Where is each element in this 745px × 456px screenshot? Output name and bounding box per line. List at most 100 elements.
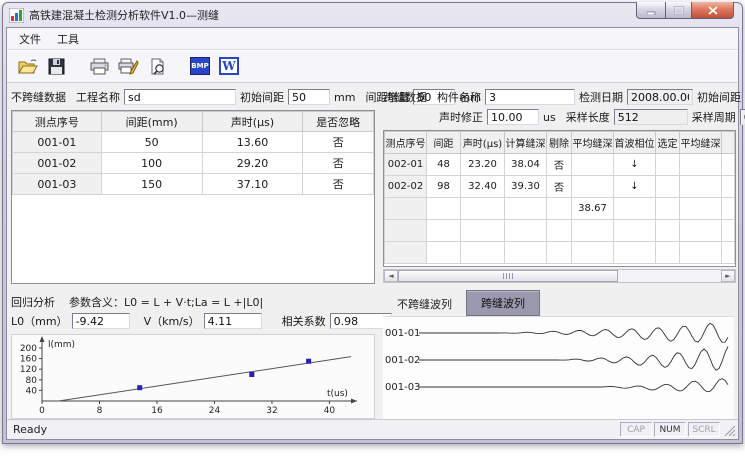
table-row[interactable]: 001-015013.60否 [13, 132, 374, 153]
table-cell[interactable] [461, 220, 505, 242]
table-cell[interactable]: 001-03 [13, 174, 102, 195]
table-cell[interactable]: 150 [101, 174, 202, 195]
waveform-area[interactable]: 001-01001-02001-03 [383, 316, 734, 419]
table-row[interactable] [385, 242, 735, 264]
table-cell[interactable]: 100 [101, 153, 202, 174]
table-cell[interactable]: 39.30 [505, 176, 547, 198]
table-cell[interactable] [680, 220, 722, 242]
table-cell[interactable] [461, 242, 505, 264]
scroll-left-arrow[interactable]: ◄ [384, 270, 398, 282]
table-cell[interactable] [547, 220, 572, 242]
table-cell[interactable] [572, 220, 614, 242]
table-cell[interactable] [680, 176, 722, 198]
table-cell[interactable] [614, 242, 656, 264]
scroll-thumb[interactable] [398, 270, 618, 282]
table-cell[interactable]: ↓ [614, 154, 656, 176]
table-cell[interactable] [680, 154, 722, 176]
tab-cross-waves[interactable]: 跨缝波列 [466, 290, 540, 316]
table-cell[interactable] [572, 242, 614, 264]
menu-tools[interactable]: 工具 [49, 29, 87, 49]
table-cell[interactable] [656, 198, 680, 220]
table-cell[interactable]: ↓ [614, 176, 656, 198]
table-cell[interactable]: 98 [427, 176, 461, 198]
inspect-date-input[interactable] [627, 89, 693, 105]
table-row[interactable]: 002-014823.2038.04否 ↓ [385, 154, 735, 176]
save-button[interactable] [44, 54, 68, 78]
scroll-right-arrow[interactable]: ► [721, 270, 735, 282]
print-setup-button[interactable] [116, 54, 140, 78]
maximize-button[interactable] [665, 2, 692, 19]
sample-period-input[interactable] [740, 109, 745, 125]
project-name-input[interactable] [124, 89, 236, 105]
table-cell[interactable]: 50 [101, 132, 202, 153]
export-word-button[interactable]: W [217, 54, 241, 78]
scroll-track[interactable] [398, 270, 721, 282]
app-window: 高铁建混凝土检测分析软件V1.0—测缝 文件 工具 [2, 2, 743, 444]
table-cell[interactable]: 否 [303, 132, 374, 153]
table-cell[interactable]: 否 [547, 176, 572, 198]
table-row[interactable]: 001-0315037.10否 [13, 174, 374, 195]
table-cell[interactable] [505, 242, 547, 264]
table-cell[interactable]: 23.20 [461, 154, 505, 176]
table-cell[interactable] [461, 198, 505, 220]
table-cell[interactable]: 13.60 [202, 132, 303, 153]
table-cell[interactable]: 001-02 [13, 153, 102, 174]
tab-no-cross-waves[interactable]: 不跨缝波列 [383, 292, 466, 316]
velocity-input[interactable] [204, 313, 262, 329]
table-cell[interactable] [656, 176, 680, 198]
table-row[interactable]: 38.67 [385, 198, 735, 220]
init-spacing-input[interactable] [288, 89, 330, 105]
table-cell[interactable] [614, 198, 656, 220]
table-row[interactable] [385, 220, 735, 242]
table-cell[interactable]: 否 [303, 174, 374, 195]
print-preview-button[interactable] [145, 54, 169, 78]
titlebar[interactable]: 高铁建混凝土检测分析软件V1.0—测缝 [3, 3, 742, 27]
table-cell[interactable] [427, 242, 461, 264]
table-cell[interactable] [680, 198, 722, 220]
table-cell[interactable] [427, 220, 461, 242]
svg-text:001-02: 001-02 [385, 355, 420, 366]
table-cell[interactable] [572, 176, 614, 198]
wave-panel: 不跨缝波列 跨缝波列 001-01001-02001-03 [383, 293, 734, 419]
table-cell[interactable] [547, 242, 572, 264]
table-cell[interactable] [385, 198, 427, 220]
table-row[interactable]: 001-0210029.20否 [13, 153, 374, 174]
table-cell[interactable] [656, 154, 680, 176]
l0-input[interactable] [72, 313, 130, 329]
table-cell[interactable] [547, 198, 572, 220]
table-cell[interactable] [614, 220, 656, 242]
open-file-button[interactable] [15, 54, 39, 78]
table-cell[interactable]: 37.10 [202, 174, 303, 195]
menu-file[interactable]: 文件 [11, 29, 49, 49]
minimize-button[interactable] [636, 2, 665, 19]
table-cell[interactable]: 否 [547, 154, 572, 176]
table-cell[interactable] [572, 154, 614, 176]
component-name-input[interactable] [485, 89, 575, 105]
time-correction-input[interactable] [487, 109, 539, 125]
table-cell[interactable] [427, 198, 461, 220]
table-cell[interactable]: 29.20 [202, 153, 303, 174]
table-cell[interactable]: 48 [427, 154, 461, 176]
table-cell[interactable] [385, 220, 427, 242]
table-cell[interactable]: 002-02 [385, 176, 427, 198]
table-cell[interactable] [656, 220, 680, 242]
table-cell[interactable] [505, 220, 547, 242]
table-cell[interactable] [680, 242, 722, 264]
sample-length-input[interactable] [614, 109, 688, 125]
table-cell[interactable]: 38.04 [505, 154, 547, 176]
table-hscrollbar[interactable]: ◄ ► [383, 269, 736, 283]
table-cell[interactable] [656, 242, 680, 264]
close-button[interactable] [692, 2, 734, 19]
table-cell[interactable]: 32.40 [461, 176, 505, 198]
table-cell[interactable]: 001-01 [13, 132, 102, 153]
export-bmp-button[interactable]: BMP [188, 54, 212, 78]
waveform-area-svg: 001-01001-02001-03 [383, 317, 732, 411]
resize-grip[interactable] [723, 422, 736, 437]
print-button[interactable] [87, 54, 111, 78]
table-cell[interactable] [505, 198, 547, 220]
table-cell[interactable]: 002-01 [385, 154, 427, 176]
table-cell[interactable] [385, 242, 427, 264]
table-cell[interactable]: 否 [303, 153, 374, 174]
table-row[interactable]: 002-029832.4039.30否 ↓ [385, 176, 735, 198]
table-cell[interactable]: 38.67 [572, 198, 614, 220]
